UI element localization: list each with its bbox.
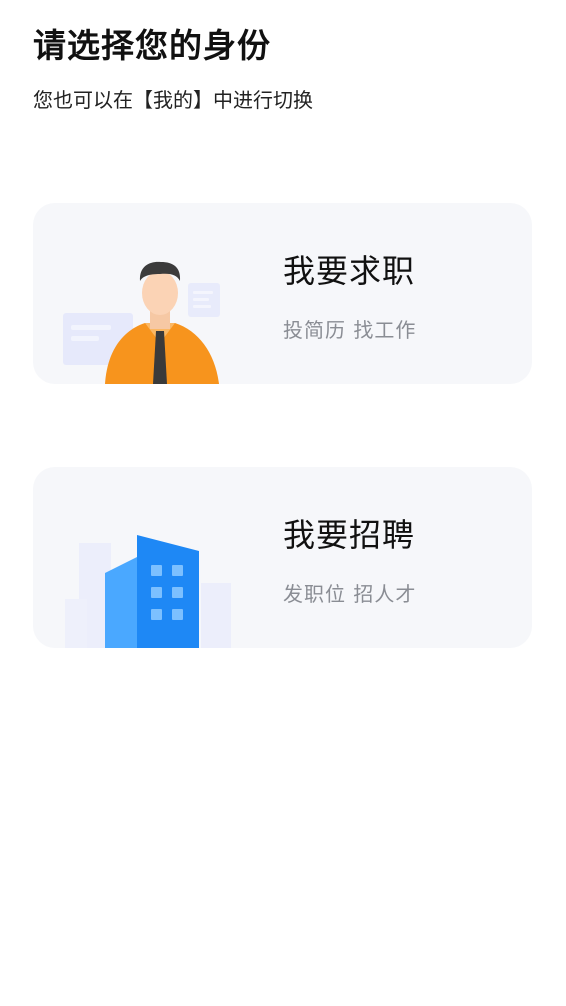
job-seeker-title: 我要求职	[283, 252, 416, 290]
recruiter-subtitle: 发职位 招人才	[283, 582, 417, 606]
job-seeker-subtitle: 投简历 找工作	[283, 318, 417, 342]
recruiter-card[interactable]: 我要招聘 发职位 招人才	[33, 467, 532, 648]
building-icon	[65, 535, 231, 648]
recruiter-title: 我要招聘	[283, 516, 416, 554]
page-subtitle: 您也可以在【我的】中进行切换	[33, 88, 313, 112]
page-title: 请选择您的身份	[33, 26, 271, 65]
job-seeker-person-icon	[63, 261, 220, 384]
job-seeker-card[interactable]: 我要求职 投简历 找工作	[33, 203, 532, 384]
